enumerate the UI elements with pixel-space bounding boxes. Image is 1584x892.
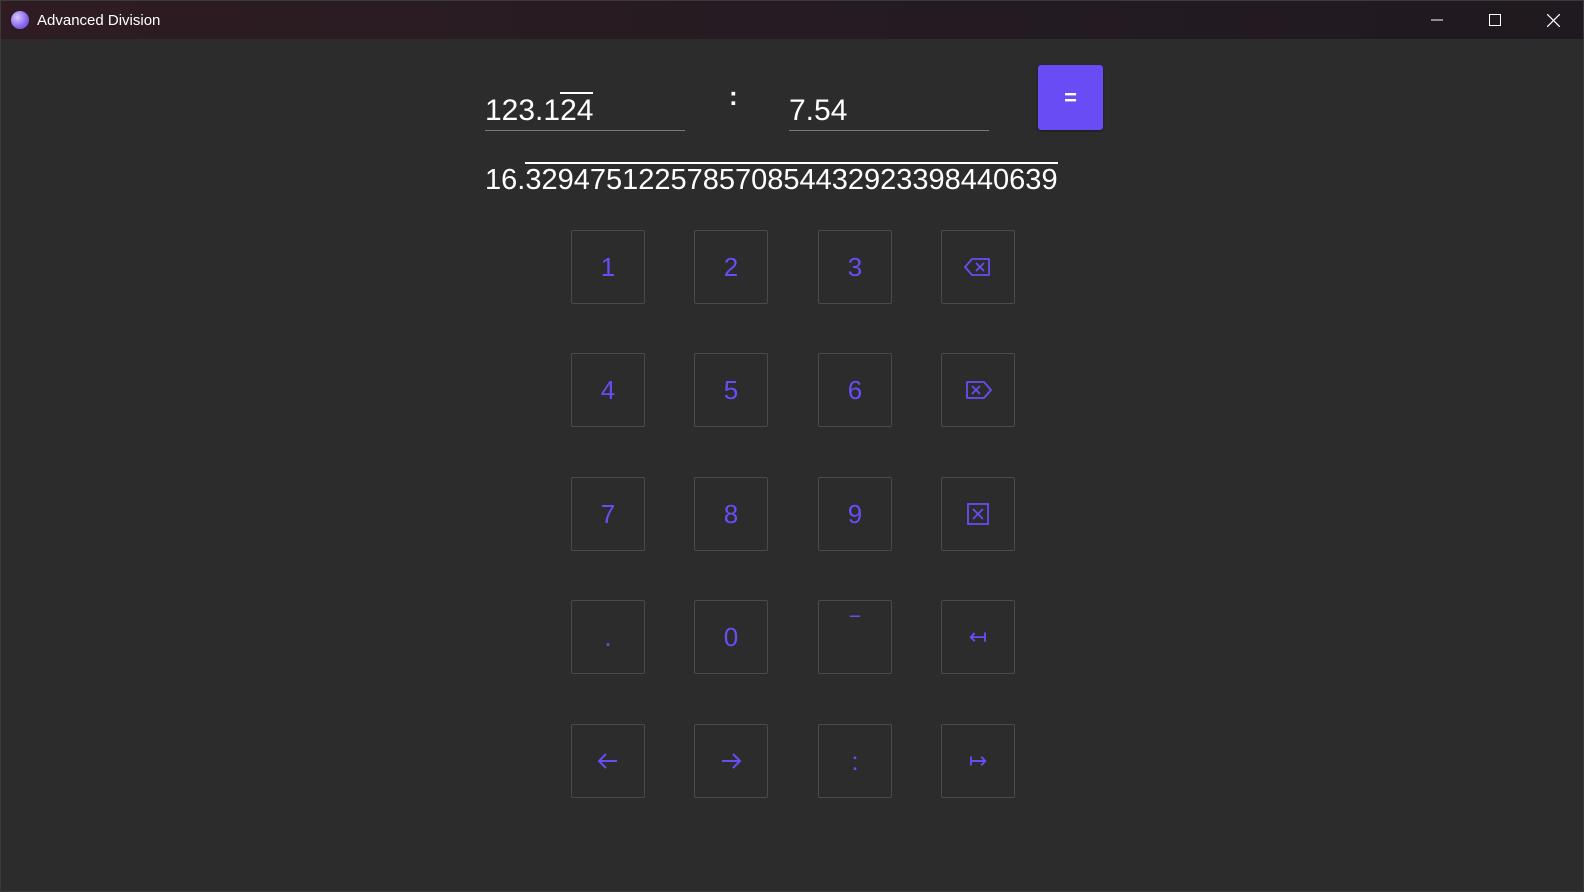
key-2[interactable]: 2 xyxy=(694,230,768,304)
key-label: ↤ xyxy=(968,624,988,649)
app-window: Advanced Division 123.124 : 7.54 = 16.32… xyxy=(0,0,1584,892)
divide-key[interactable]: : xyxy=(818,724,892,798)
arrow-right-icon xyxy=(720,753,742,769)
key-5[interactable]: 5 xyxy=(694,353,768,427)
minimize-button[interactable] xyxy=(1414,1,1460,39)
key-8[interactable]: 8 xyxy=(694,477,768,551)
divisor-value: 7.54 xyxy=(789,94,848,127)
key-1[interactable]: 1 xyxy=(571,230,645,304)
key-6[interactable]: 6 xyxy=(818,353,892,427)
maximize-icon xyxy=(1489,14,1501,26)
key-9[interactable]: 9 xyxy=(818,477,892,551)
key-label: 7 xyxy=(600,498,616,529)
maximize-button[interactable] xyxy=(1472,1,1518,39)
move-right-key[interactable] xyxy=(694,724,768,798)
key-label: 2 xyxy=(723,251,739,282)
key-label: 6 xyxy=(847,374,863,405)
key-label: 3 xyxy=(847,251,863,282)
move-to-start-key[interactable]: ↤ xyxy=(941,600,1015,674)
key-label: : xyxy=(851,745,859,776)
app-logo-icon xyxy=(11,11,29,29)
backspace-key[interactable] xyxy=(941,230,1015,304)
move-left-key[interactable] xyxy=(571,724,645,798)
title-bar[interactable]: Advanced Division xyxy=(1,1,1583,39)
key-label: 1 xyxy=(600,251,616,282)
key-label: . xyxy=(604,621,612,652)
key-4[interactable]: 4 xyxy=(571,353,645,427)
close-button[interactable] xyxy=(1530,1,1576,39)
division-operator: : xyxy=(729,81,738,111)
clear-key[interactable] xyxy=(941,477,1015,551)
delete-key[interactable] xyxy=(941,353,1015,427)
key-7[interactable]: 7 xyxy=(571,477,645,551)
backspace-icon xyxy=(964,257,992,277)
clear-box-icon xyxy=(966,503,990,525)
key-label: 5 xyxy=(723,374,739,405)
decimal-point-key[interactable]: . xyxy=(571,600,645,674)
key-label: ↦ xyxy=(968,748,988,773)
key-label: 8 xyxy=(723,498,739,529)
arrow-left-icon xyxy=(597,753,619,769)
key-0[interactable]: 0 xyxy=(694,600,768,674)
divisor-field[interactable]: 7.54 xyxy=(789,79,989,131)
dividend-prefix: 123.1 xyxy=(485,94,561,127)
result-display: 16.329475122578570854432923398440639 xyxy=(485,162,1058,198)
key-label: 9 xyxy=(847,498,863,529)
repeat-bar-key[interactable]: ‾ xyxy=(818,600,892,674)
delete-forward-icon xyxy=(964,380,992,400)
window-title: Advanced Division xyxy=(37,12,161,29)
close-icon xyxy=(1546,13,1560,27)
result-prefix: 16. xyxy=(485,164,526,196)
key-label: 4 xyxy=(600,374,616,405)
dividend-value: 123.124 xyxy=(485,92,594,129)
dividend-field[interactable]: 123.124 xyxy=(485,79,685,131)
dividend-repeating-digits: 24 xyxy=(560,92,594,127)
equals-button[interactable]: = xyxy=(1038,65,1103,130)
key-label: ‾ xyxy=(850,611,860,642)
move-to-end-key[interactable]: ↦ xyxy=(941,724,1015,798)
key-label: 0 xyxy=(723,621,739,652)
result-repeating-digits: 329475122578570854432923398440639 xyxy=(525,162,1058,196)
key-3[interactable]: 3 xyxy=(818,230,892,304)
minimize-icon xyxy=(1431,19,1443,21)
